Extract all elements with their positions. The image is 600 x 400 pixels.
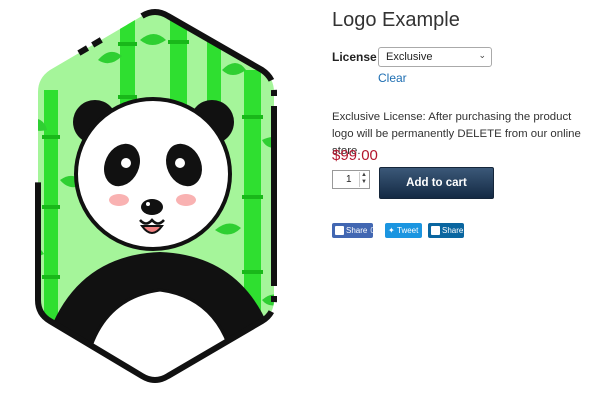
add-to-cart-button[interactable]: Add to cart [379,167,494,199]
quantity-stepper[interactable]: 1 ▲ ▼ [332,170,370,189]
clear-link[interactable]: Clear [378,71,407,85]
product-title: Logo Example [332,9,460,31]
facebook-icon [335,226,344,235]
license-label: License [332,50,377,64]
twitter-share-button[interactable]: ✦ Tweet [385,223,422,238]
panda-head [73,97,234,251]
quantity-spinner[interactable]: ▲ ▼ [359,172,368,187]
linkedin-share-label: Share [442,226,464,235]
product-summary: Logo Example License Exclusive ⌄ Clear E… [332,0,594,400]
panda-logo [35,9,277,383]
linkedin-share-button[interactable]: Share [428,223,464,238]
product-price: $99.00 [332,147,378,164]
twitter-icon: ✦ [388,226,395,235]
facebook-share-button[interactable]: Share 0 [332,223,375,238]
increment-icon[interactable]: ▲ [360,172,368,179]
product-image[interactable] [0,0,310,400]
linkedin-icon [431,226,440,235]
twitter-share-label: Tweet [397,226,419,235]
facebook-share-label: Share [346,226,368,235]
quantity-value: 1 [346,174,352,185]
chevron-down-icon: ⌄ [478,50,486,60]
facebook-share-count: 0 [370,226,375,235]
license-select-value: Exclusive [386,51,433,63]
license-select[interactable]: Exclusive ⌄ [378,47,492,67]
decrement-icon[interactable]: ▼ [360,179,368,186]
